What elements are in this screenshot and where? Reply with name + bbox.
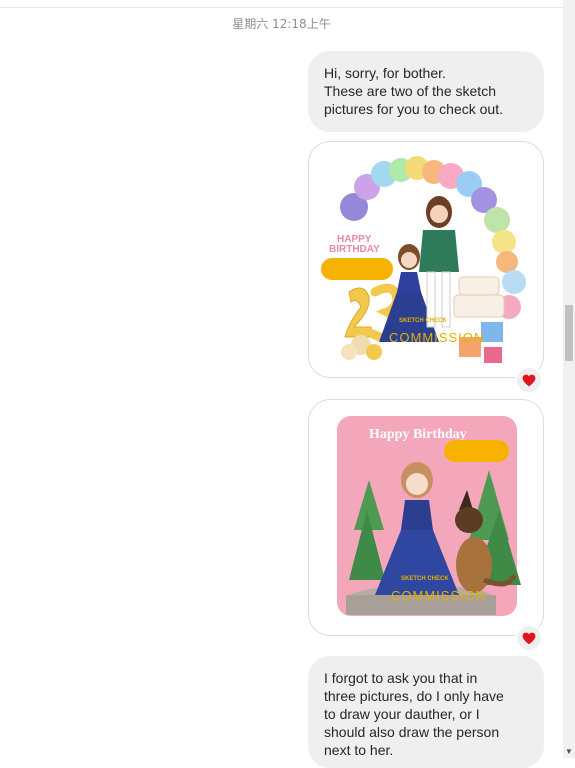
message-line: should also draw the person [324,724,500,740]
birthday-sketch-image: HAPPY BIRTHDAY SKETCH CHECK COMMISSION [321,156,526,363]
banner-text: Happy Birthday [369,427,467,442]
watermark-text: SKETCH CHECK [399,318,447,324]
image-attachment[interactable]: HAPPY BIRTHDAY SKETCH CHECK COMMISSION [308,141,544,378]
banner-text: BIRTHDAY [329,244,380,255]
message-line: Hi, sorry, for bother. [324,65,446,81]
redaction-mark [321,258,393,280]
message-line: to draw your dauther, or I [324,706,480,722]
birthday-sketch-image: Happy Birthday SKETCH CHECK COMMISSION [337,416,521,616]
message-bubble[interactable]: Hi, sorry, for bother. These are two of … [308,51,544,132]
message-timestamp: 星期六 12:18上午 [232,17,331,31]
scrollbar-thumb[interactable] [565,305,573,361]
message-line: three pictures, do I only have [324,688,504,704]
watermark-text: COMMISSION [391,588,486,603]
scroll-down-arrow-icon[interactable]: ▼ [563,747,575,756]
message-bubble[interactable]: I forgot to ask you that in three pictur… [308,656,544,768]
heart-reaction-icon[interactable] [515,366,543,394]
heart-reaction-icon[interactable] [515,624,543,652]
message-line: These are two of the sketch [324,83,496,99]
watermark-text: COMMISSION [389,330,484,345]
message-line: I forgot to ask you that in [324,670,478,686]
message-line: pictures for you to check out. [324,101,503,117]
vertical-scrollbar[interactable]: ▼ [563,0,575,758]
top-divider [0,7,563,8]
watermark-text: SKETCH CHECK [401,576,449,582]
message-line: next to her. [324,742,394,758]
redaction-mark [444,440,509,462]
image-attachment[interactable]: Happy Birthday SKETCH CHECK COMMISSION [308,399,544,636]
